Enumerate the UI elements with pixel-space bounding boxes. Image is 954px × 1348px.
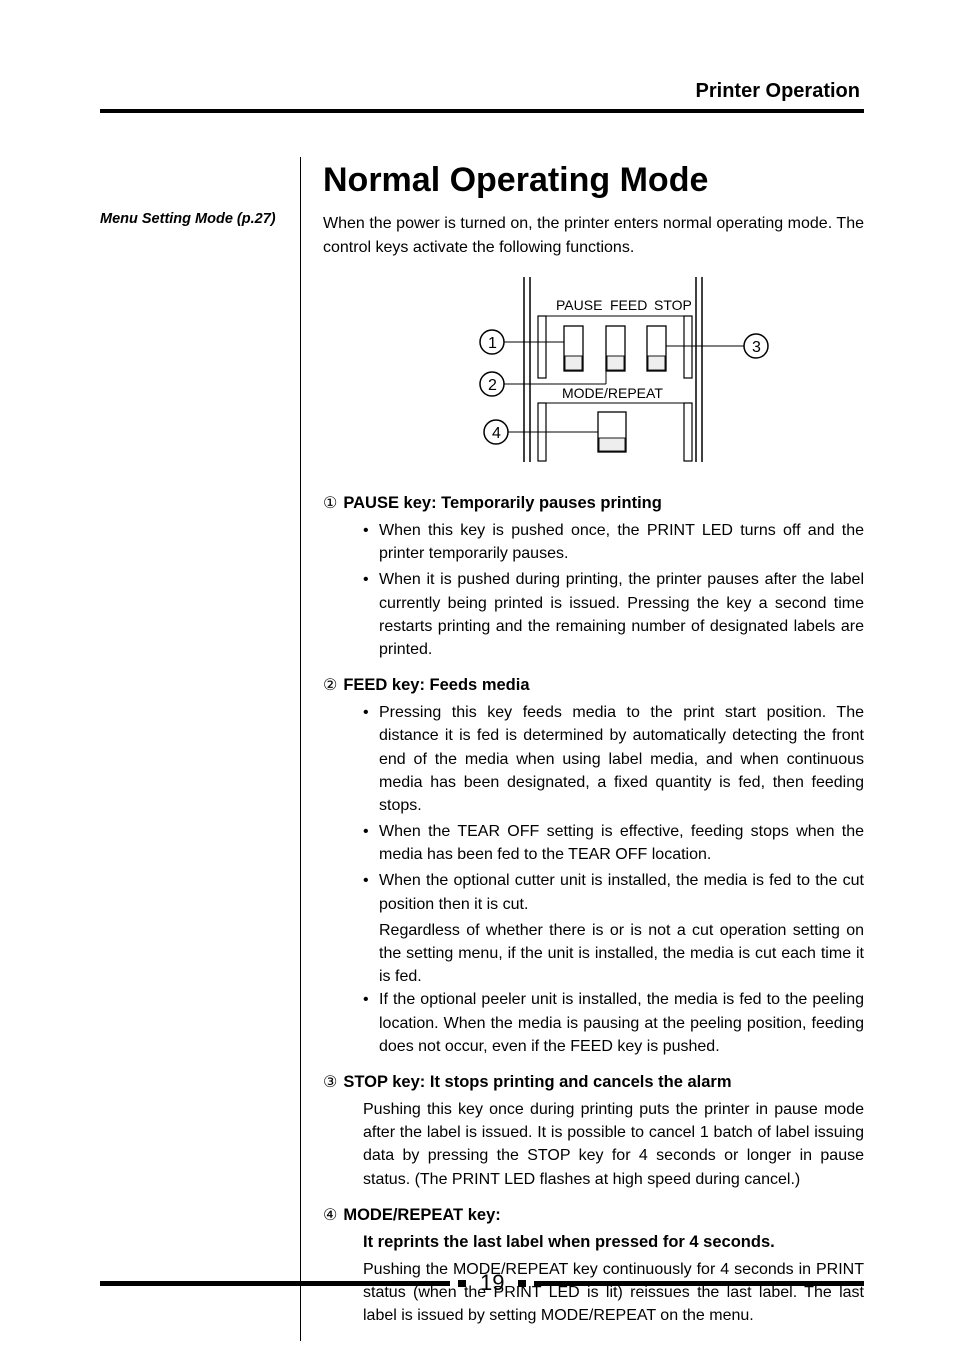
control-panel-diagram: PAUSE FEED STOP 1 2 bbox=[323, 274, 864, 469]
diagram-callout-2: 2 bbox=[488, 377, 497, 394]
section-mode-repeat: ④ MODE/REPEAT key: It reprints the last … bbox=[323, 1205, 864, 1327]
footer-bar-left bbox=[100, 1281, 450, 1286]
sidebar: Menu Setting Mode (p.27) bbox=[100, 161, 300, 1341]
vertical-divider bbox=[300, 157, 301, 1341]
circled-one: ① bbox=[323, 493, 337, 513]
main-column: Normal Operating Mode When the power is … bbox=[323, 161, 864, 1341]
mode-key-title: MODE/REPEAT key: bbox=[343, 1206, 500, 1225]
diagram-callout-4: 4 bbox=[492, 425, 501, 442]
diagram-label-feed: FEED bbox=[610, 297, 647, 313]
circled-three: ③ bbox=[323, 1072, 337, 1092]
section-pause: ① PAUSE key: Temporarily pauses printing… bbox=[323, 493, 864, 661]
footer-marker-left bbox=[458, 1280, 466, 1287]
circled-two: ② bbox=[323, 675, 337, 695]
header-title: Printer Operation bbox=[100, 80, 864, 103]
footer: 19 bbox=[100, 1270, 864, 1296]
diagram-callout-3: 3 bbox=[752, 339, 761, 356]
feed-key-title: FEED key: Feeds media bbox=[343, 676, 529, 695]
pause-bullet-2: When it is pushed during printing, the p… bbox=[363, 568, 864, 661]
content-row: Menu Setting Mode (p.27) Normal Operatin… bbox=[100, 161, 864, 1341]
stop-key-title: STOP key: It stops printing and cancels … bbox=[343, 1073, 731, 1092]
feed-bullet-4: If the optional peeler unit is installed… bbox=[363, 988, 864, 1058]
menu-setting-link[interactable]: Menu Setting Mode (p.27) bbox=[100, 211, 286, 227]
stop-paragraph: Pushing this key once during printing pu… bbox=[363, 1098, 864, 1191]
pause-key-title: PAUSE key: Temporarily pauses printing bbox=[343, 494, 661, 513]
section-stop: ③ STOP key: It stops printing and cancel… bbox=[323, 1072, 864, 1191]
header-rule bbox=[100, 109, 864, 113]
diagram-label-mode-repeat: MODE/REPEAT bbox=[562, 385, 663, 401]
mode-subtitle: It reprints the last label when pressed … bbox=[363, 1231, 864, 1255]
footer-bar-right bbox=[534, 1281, 864, 1286]
pause-bullet-1: When this key is pushed once, the PRINT … bbox=[363, 519, 864, 565]
diagram-label-stop: STOP bbox=[654, 297, 692, 313]
diagram-label-pause: PAUSE bbox=[556, 297, 602, 313]
page-title: Normal Operating Mode bbox=[323, 161, 864, 200]
feed-bullet-2: When the TEAR OFF setting is effective, … bbox=[363, 820, 864, 866]
circled-four: ④ bbox=[323, 1205, 337, 1225]
feed-bullet-1: Pressing this key feeds media to the pri… bbox=[363, 701, 864, 817]
section-feed: ② FEED key: Feeds media Pressing this ke… bbox=[323, 675, 864, 1058]
feed-bullet-3-continue: Regardless of whether there is or is not… bbox=[363, 919, 864, 989]
intro-paragraph: When the power is turned on, the printer… bbox=[323, 212, 864, 260]
feed-bullet-3: When the optional cutter unit is install… bbox=[363, 869, 864, 915]
footer-marker-right bbox=[518, 1280, 526, 1287]
page-number: 19 bbox=[480, 1270, 504, 1296]
diagram-callout-1: 1 bbox=[488, 335, 497, 352]
control-panel-svg: PAUSE FEED STOP 1 2 bbox=[384, 274, 804, 464]
